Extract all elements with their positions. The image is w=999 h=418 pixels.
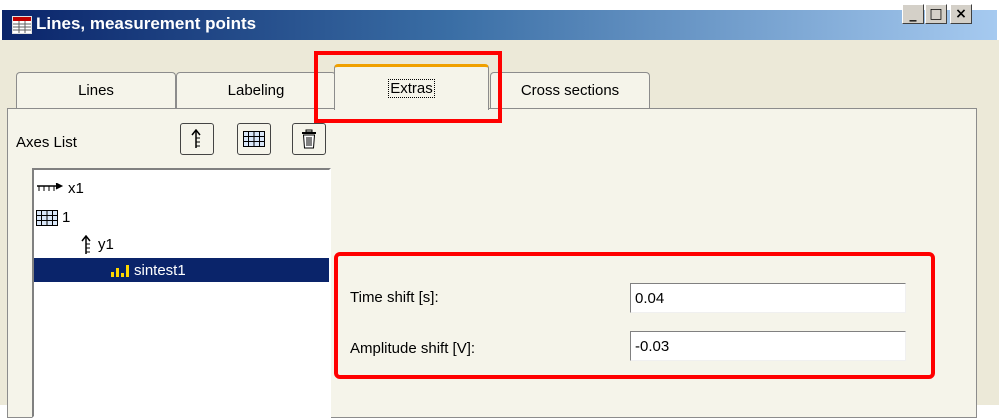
window-title: Lines, measurement points bbox=[36, 14, 257, 33]
tab-lines[interactable]: Lines bbox=[16, 72, 176, 108]
title-bar-gradient: Lines, measurement points bbox=[2, 10, 997, 40]
axes-list-label: Axes List bbox=[16, 134, 77, 151]
close-button[interactable]: × bbox=[950, 4, 972, 24]
y-axis-icon bbox=[190, 129, 204, 149]
time-shift-label: Time shift [s]: bbox=[350, 289, 439, 306]
tab-label: Lines bbox=[78, 82, 114, 99]
x-axis-icon bbox=[36, 182, 64, 195]
tree-item-label: 1 bbox=[62, 209, 71, 226]
tree-item-coordinate-system[interactable]: 1 bbox=[36, 207, 70, 228]
tree-item-x1[interactable]: x1 bbox=[36, 178, 84, 199]
grid-icon bbox=[36, 209, 58, 226]
tab-label: Extras bbox=[388, 79, 435, 98]
tab-labeling[interactable]: Labeling bbox=[176, 72, 336, 108]
tree-item-sintest1[interactable]: sintest1 bbox=[34, 258, 329, 282]
trash-icon bbox=[301, 129, 317, 149]
add-coordinate-system-button[interactable] bbox=[237, 123, 271, 155]
tree-item-label: x1 bbox=[68, 180, 84, 197]
tab-label: Cross sections bbox=[520, 82, 620, 99]
tree-item-y1[interactable]: y1 bbox=[80, 234, 114, 255]
minimize-button[interactable]: _ bbox=[902, 4, 924, 24]
time-shift-input[interactable] bbox=[630, 283, 906, 313]
maximize-button[interactable]: □ bbox=[925, 4, 947, 24]
bar-signal-icon bbox=[110, 263, 130, 277]
table-window-icon bbox=[12, 16, 32, 34]
axes-tree[interactable]: x1 1 y1 sintest1 bbox=[32, 168, 331, 418]
amplitude-shift-input[interactable] bbox=[630, 331, 906, 361]
amplitude-shift-label: Amplitude shift [V]: bbox=[350, 340, 476, 357]
delete-button[interactable] bbox=[292, 123, 326, 155]
dialog-window: Lines, measurement points _ □ × Lines La… bbox=[0, 0, 999, 418]
y-axis-icon bbox=[80, 234, 94, 255]
tree-item-label: y1 bbox=[98, 236, 114, 253]
tab-extras[interactable]: Extras bbox=[334, 64, 489, 110]
tree-item-label: sintest1 bbox=[134, 261, 186, 279]
title-bar[interactable]: Lines, measurement points _ □ × bbox=[0, 0, 999, 40]
tab-label: Labeling bbox=[227, 82, 285, 99]
grid-icon bbox=[243, 131, 265, 147]
tab-cross-sections[interactable]: Cross sections bbox=[490, 72, 650, 108]
add-y-axis-button[interactable] bbox=[180, 123, 214, 155]
